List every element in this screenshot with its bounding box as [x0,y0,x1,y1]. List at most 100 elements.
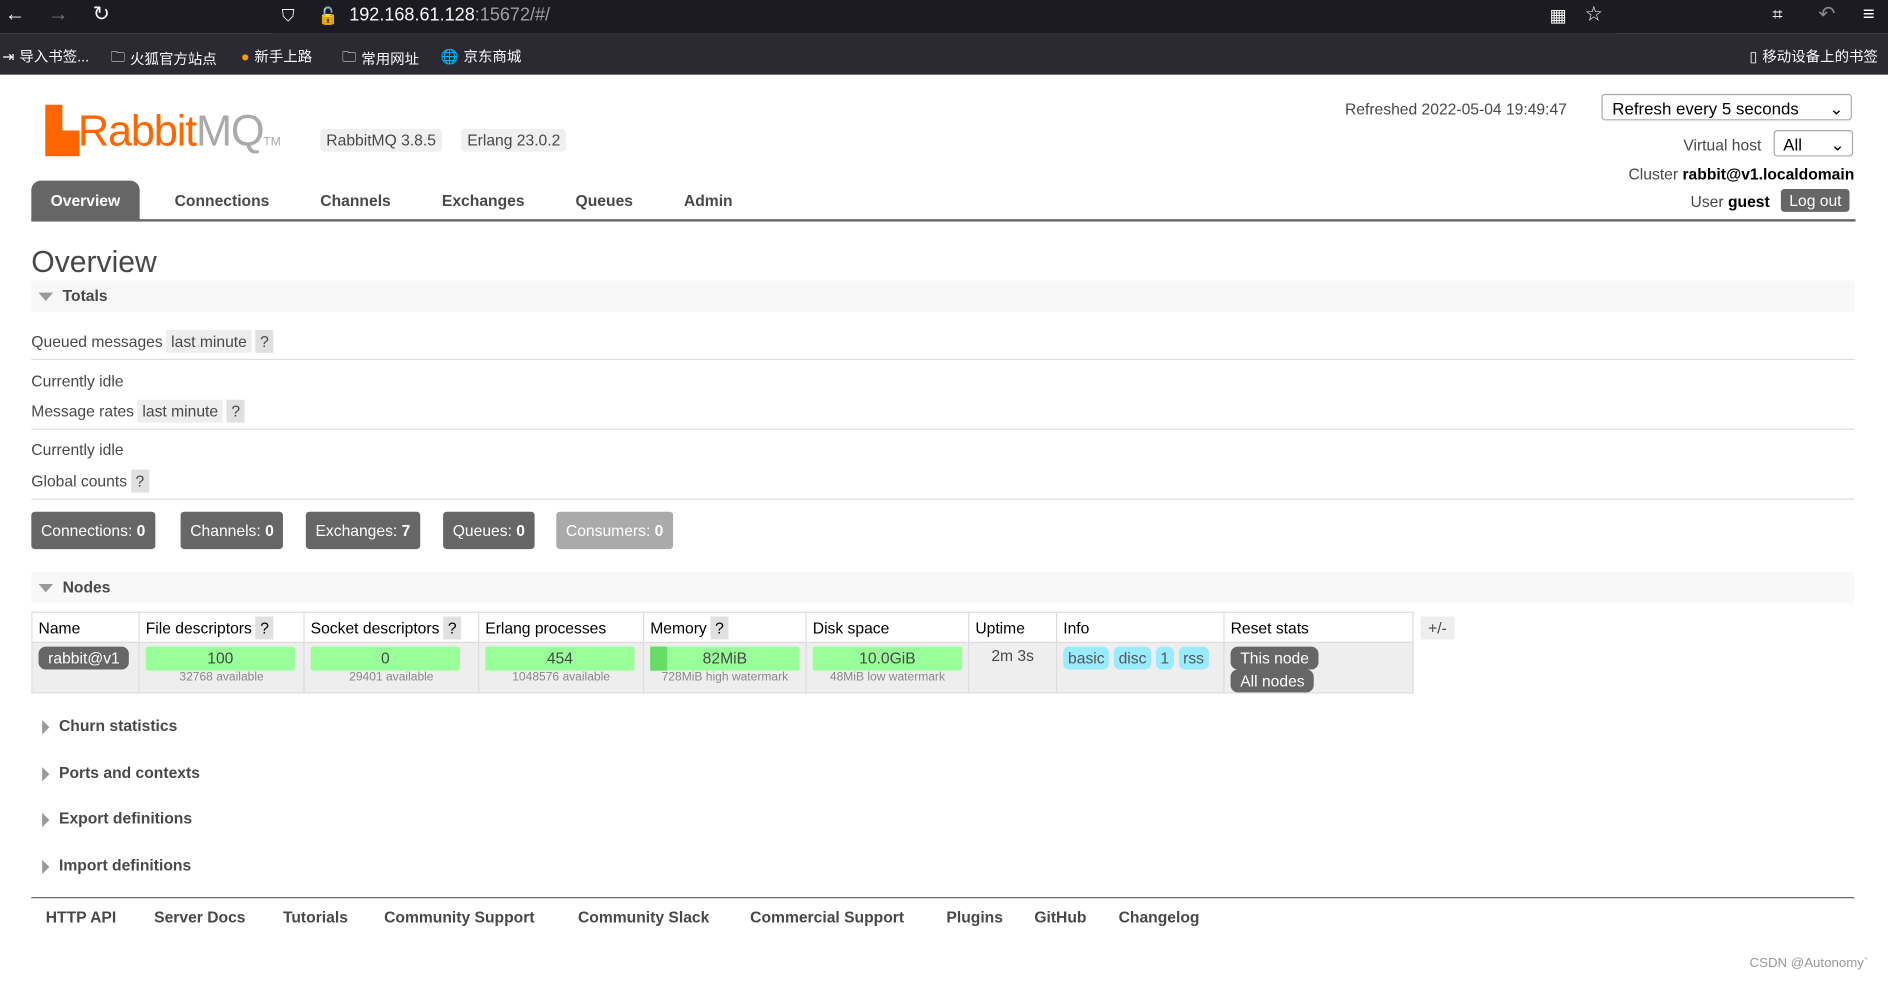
refreshed-timestamp: Refreshed 2022-05-04 19:49:47 [1344,99,1567,119]
table-row: rabbit@v1 100 32768 available 0 29401 avai… [31,641,1414,694]
node-link[interactable]: rabbit@v1 [38,646,130,670]
bookmark-jd[interactable]: 🌐 京东商城 [441,46,522,66]
info-tag: basic [1063,646,1110,670]
bookmark-import[interactable]: ⇥ 导入书签... [2,46,89,66]
vhost-label: Virtual host [1683,136,1762,155]
ports-contexts-section[interactable]: Ports and contexts [31,763,200,781]
info-tags: basic disc 1 rss [1055,641,1225,694]
undo-icon[interactable]: ↶ [1818,2,1835,26]
col-disk-space: Disk space [805,611,970,643]
footer-http-api[interactable]: HTTP API [46,908,116,926]
forward-icon[interactable]: → [48,2,68,26]
footer-divider [31,897,1855,899]
footer-github[interactable]: GitHub [1034,908,1086,926]
cluster-info: Cluster rabbit@v1.localdomain [1628,164,1855,184]
info-tag: 1 [1155,646,1174,670]
memory-value: 82MiB [702,649,748,668]
erlang-processes-bar: 454 [485,646,635,671]
footer-server-docs[interactable]: Server Docs [154,908,245,926]
bookmark-label: 移动设备上的书签 [1762,48,1878,66]
channels-count[interactable]: Channels: 0 [180,511,284,550]
mobile-icon: ▯ [1749,47,1758,65]
triangle-down-icon [38,584,53,593]
tab-connections[interactable]: Connections [152,181,293,221]
exchanges-count[interactable]: Exchanges: 7 [305,511,420,550]
ep-available: 1048576 available [512,670,610,684]
rabbitmq-logo: ▙RabbitMQTM [45,105,281,156]
tab-overview[interactable]: Overview [31,180,140,221]
help-button[interactable]: ? [226,399,245,423]
refresh-select-value: Refresh every 5 seconds [1612,98,1799,119]
tab-admin[interactable]: Admin [661,181,755,221]
reset-this-node-button[interactable]: This node [1230,646,1319,670]
churn-statistics-section[interactable]: Churn statistics [31,716,177,735]
bookmark-getting-started[interactable]: ● 新手上路 [241,46,312,66]
file-descriptors-bar: 100 [145,646,296,671]
menu-icon[interactable]: ≡ [1863,2,1875,26]
insecure-lock-icon[interactable]: 🔓 [318,6,339,26]
queued-messages-row: Queued messages last minute? [31,329,1855,361]
crop-icon[interactable]: ⌗ [1772,5,1782,25]
refresh-interval-select[interactable]: Refresh every 5 seconds ⌄ [1601,93,1852,121]
bookmark-label: 常用网址 [361,50,420,68]
footer-plugins[interactable]: Plugins [946,908,1003,926]
bookmark-common[interactable]: 🗀 常用网址 [342,46,419,71]
qr-code-icon[interactable]: ▦ [1550,5,1567,26]
connections-count[interactable]: Connections: 0 [31,511,156,550]
watermark: CSDN @Autonomy` [1749,956,1869,971]
col-socket-descriptors: Socket descriptors? [303,611,480,643]
socket-descriptors-bar: 0 [310,646,460,671]
logout-button[interactable]: Log out [1780,189,1850,212]
tab-divider [31,219,1856,222]
import-definitions-section[interactable]: Import definitions [31,856,191,874]
help-button[interactable]: ? [130,469,149,493]
tab-exchanges[interactable]: Exchanges [419,181,547,221]
memory-watermark: 728MiB high watermark [661,670,789,684]
reload-icon[interactable]: ↻ [93,2,110,26]
bookmark-mobile[interactable]: ▯ 移动设备上的书签 [1750,46,1878,66]
footer-community-support[interactable]: Community Support [384,908,534,926]
footer-commercial-support[interactable]: Commercial Support [750,908,904,926]
triangle-right-icon [42,766,50,781]
disk-space-bar: 10.0GiB [812,646,963,671]
user-info: User guest [1690,192,1770,211]
range-selector[interactable]: last minute [137,399,223,423]
range-selector[interactable]: last minute [166,329,252,353]
triangle-right-icon [42,719,50,734]
col-name: Name [31,611,140,643]
back-icon[interactable]: ← [5,2,25,26]
import-icon: ⇥ [2,47,15,65]
col-reset-stats: Reset stats [1223,611,1414,643]
footer-tutorials[interactable]: Tutorials [283,908,348,926]
footer-community-slack[interactable]: Community Slack [578,908,709,926]
chevron-down-icon: ⌄ [1829,98,1844,119]
browser-toolbar: ← → ↻ ⛉ 🔓 192.168.61.128:15672/#/ ▦ ☆ ⌗ … [0,0,1888,34]
bookmark-label: 导入书签... [19,48,90,66]
consumers-count[interactable]: Consumers: 0 [556,511,674,550]
disk-watermark: 48MiB low watermark [829,670,945,684]
url-text[interactable]: 192.168.61.128:15672/#/ [349,5,550,25]
vhost-select-value: All [1783,134,1803,155]
tab-queues[interactable]: Queues [553,181,656,221]
reset-all-nodes-button[interactable]: All nodes [1230,669,1315,693]
col-memory: Memory? [642,611,807,643]
help-button[interactable]: ? [443,615,462,639]
export-definitions-section[interactable]: Export definitions [31,809,192,827]
bookmark-firefox[interactable]: 🗀 火狐官方站点 [111,46,217,71]
bookmark-star-icon[interactable]: ☆ [1585,2,1603,26]
page-title: Overview [31,245,157,280]
queues-count[interactable]: Queues: 0 [443,511,535,550]
vhost-select[interactable]: All ⌄ [1773,130,1854,157]
totals-section-header[interactable]: Totals [31,280,1855,312]
footer-changelog[interactable]: Changelog [1119,908,1200,926]
nodes-section-header[interactable]: Nodes [31,571,1855,604]
column-toggle-button[interactable]: +/- [1420,616,1455,640]
shield-icon: ⛉ [281,6,295,26]
help-button[interactable]: ? [255,329,274,353]
tab-channels[interactable]: Channels [297,181,413,221]
memory-fill [650,646,667,671]
sd-available: 29401 available [349,670,434,684]
help-button[interactable]: ? [255,615,274,639]
memory-bar: 82MiB [650,646,800,671]
help-button[interactable]: ? [710,615,729,639]
